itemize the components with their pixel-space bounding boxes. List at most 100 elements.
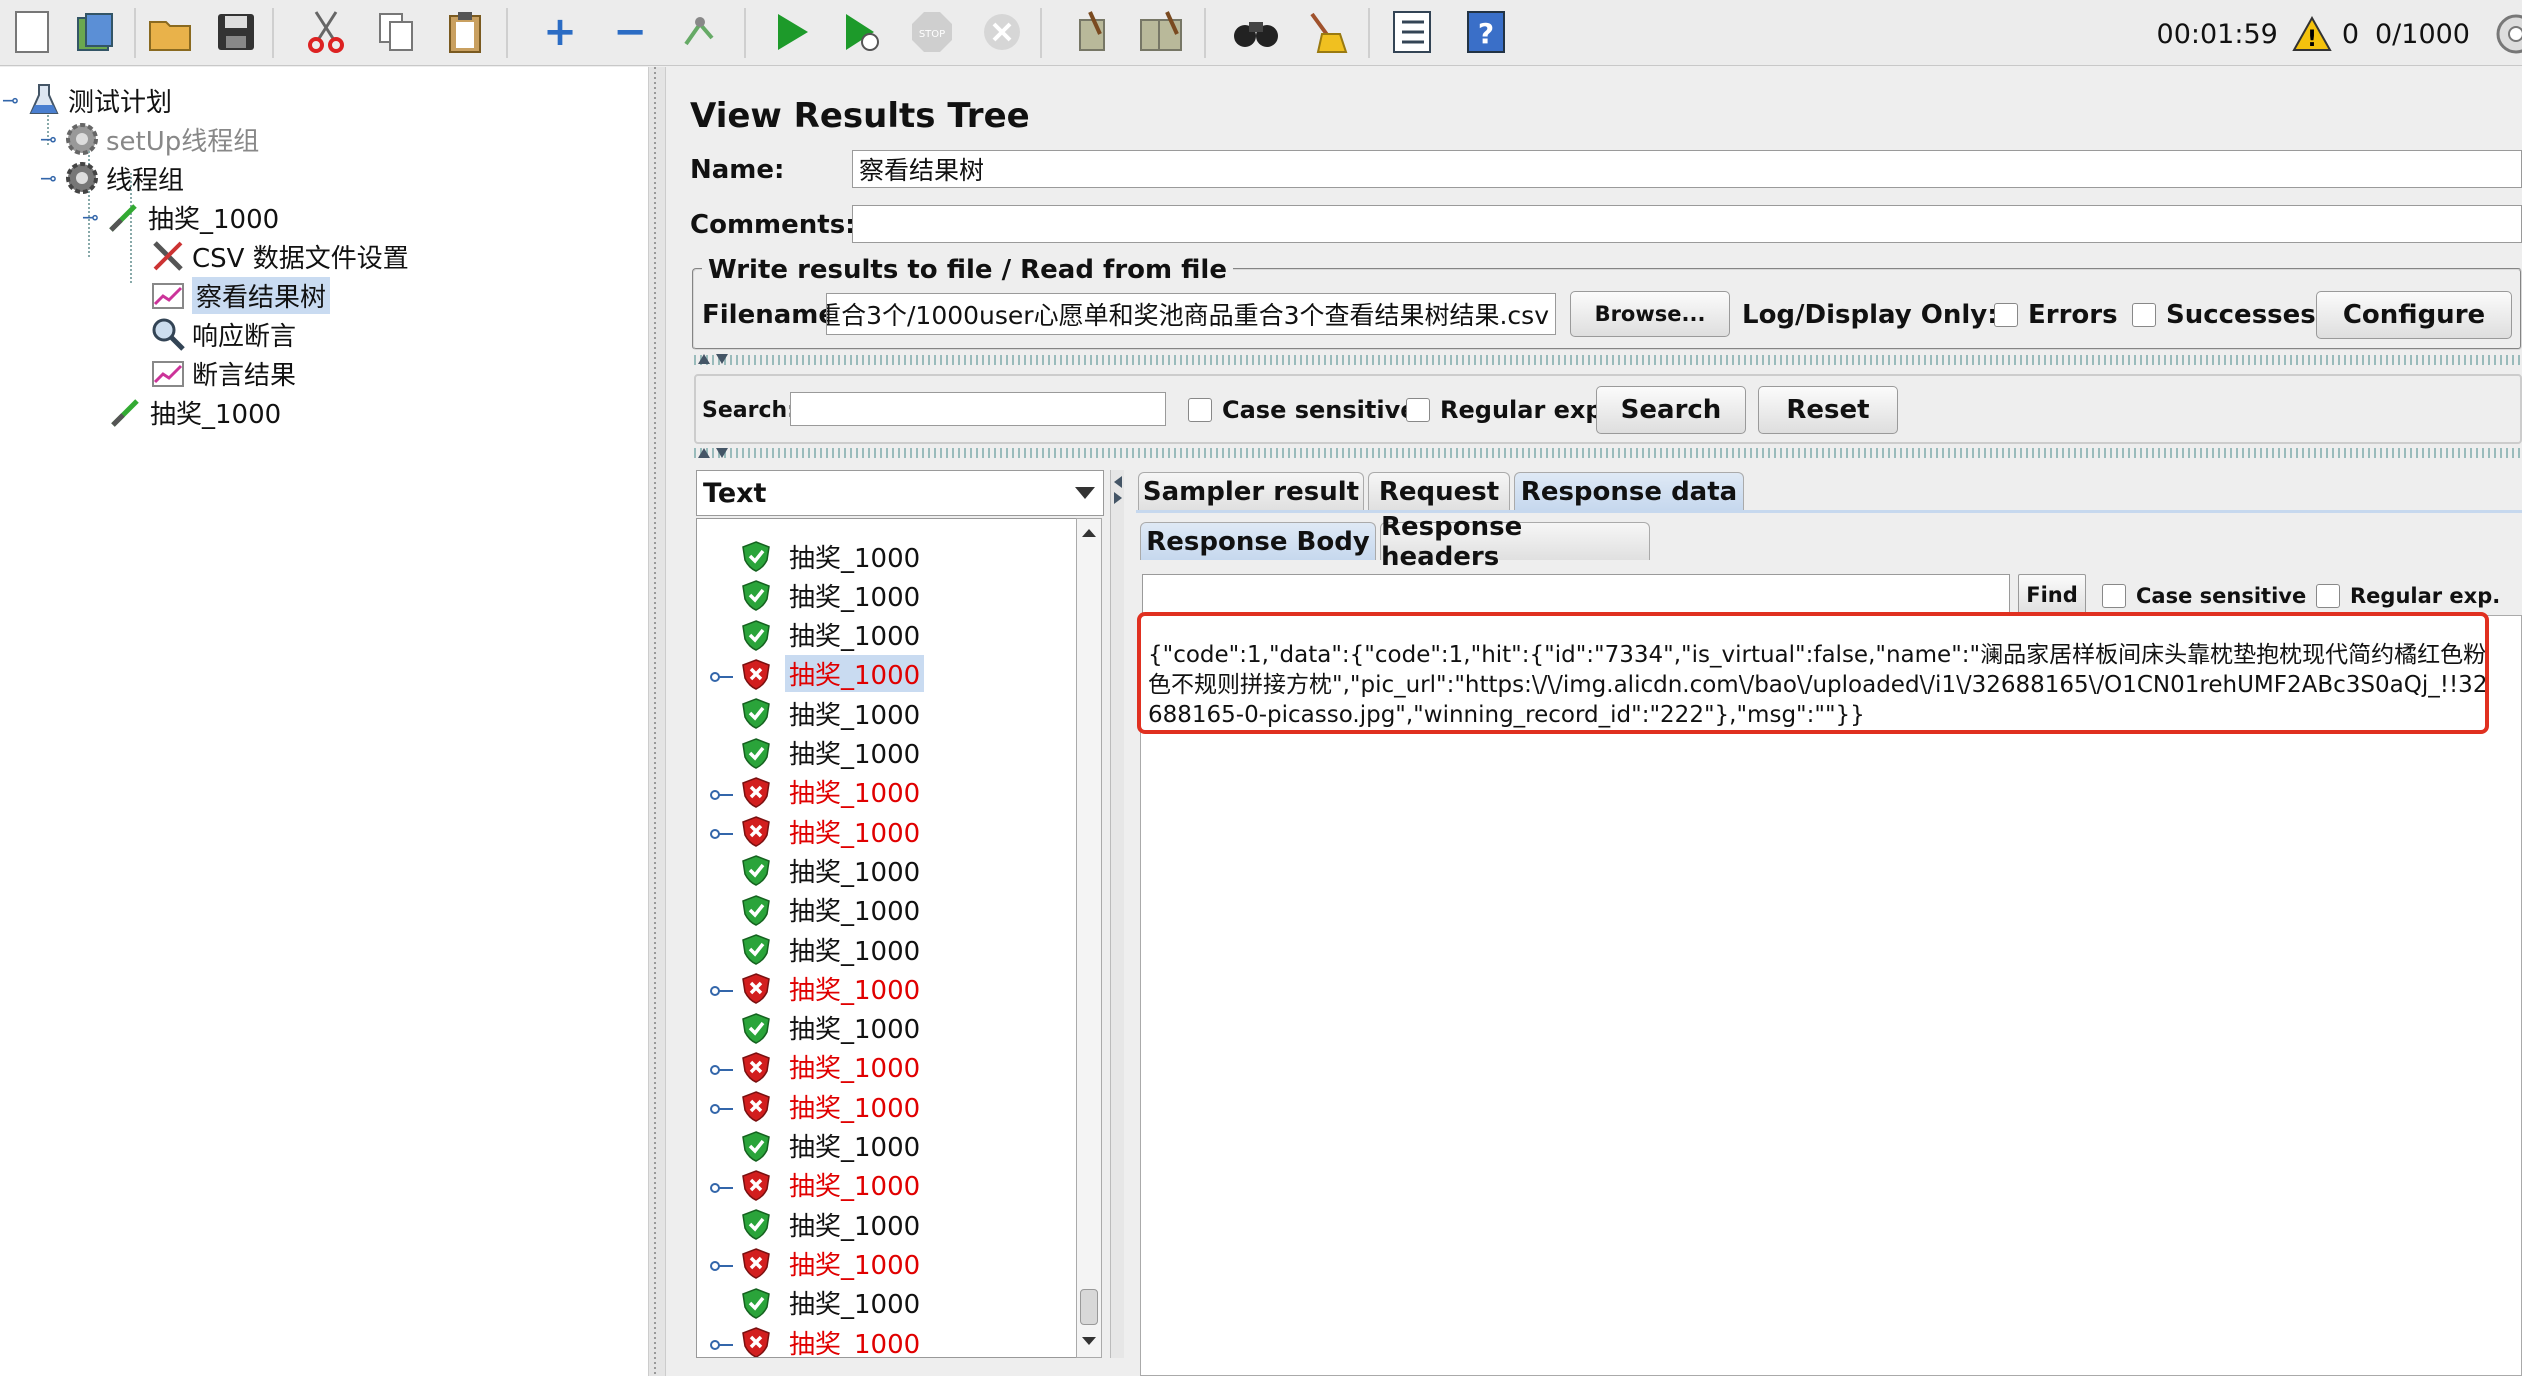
tab-response-headers[interactable]: Response headers — [1380, 512, 1650, 572]
paste-icon[interactable] — [436, 4, 496, 60]
scroll-down-icon[interactable] — [1080, 1335, 1098, 1347]
result-item[interactable]: 抽奖_1000 — [697, 1323, 1057, 1357]
expand-icon[interactable]: + — [530, 4, 590, 60]
regex-box[interactable] — [1406, 398, 1430, 422]
expand-handle-icon[interactable] — [709, 1057, 735, 1077]
result-item[interactable]: 抽奖_1000 — [697, 1009, 1057, 1047]
tree-node-sampler[interactable]: 抽奖_1000 — [108, 393, 281, 431]
result-item[interactable]: 抽奖_1000 — [697, 930, 1057, 968]
result-item[interactable]: 抽奖_1000 — [697, 891, 1057, 929]
expand-handle-icon[interactable] — [709, 1175, 735, 1195]
successes-checkbox[interactable]: Successes — [2132, 300, 2316, 330]
regex-checkbox[interactable]: Regular exp. — [1406, 396, 1612, 424]
browse-button[interactable]: Browse... — [1570, 291, 1730, 337]
configure-button[interactable]: Configure — [2316, 291, 2512, 339]
result-item[interactable]: 抽奖_1000 — [697, 812, 1057, 850]
tree-splitter[interactable] — [648, 67, 666, 1376]
result-item[interactable]: 抽奖_1000 — [697, 616, 1057, 654]
reset-search-icon[interactable] — [1296, 4, 1356, 60]
help-icon[interactable]: ? — [1456, 4, 1516, 60]
result-item[interactable]: 抽奖_1000 — [697, 576, 1057, 614]
tab-response-data[interactable]: Response data — [1514, 472, 1744, 510]
list-splitter[interactable] — [1110, 470, 1124, 1358]
search-button[interactable]: Search — [1596, 386, 1746, 434]
listener-icon — [150, 355, 186, 391]
expand-handle-icon[interactable] — [709, 1253, 735, 1273]
start-no-pause-icon[interactable] — [832, 4, 892, 60]
find-button[interactable]: Find — [2018, 574, 2086, 616]
result-item[interactable]: 抽奖_1000 — [697, 969, 1057, 1007]
result-item[interactable]: 抽奖_1000 — [697, 1205, 1057, 1243]
comments-field[interactable] — [852, 205, 2522, 243]
result-item[interactable]: 抽奖_1000 — [697, 734, 1057, 772]
find-input[interactable] — [1142, 574, 2010, 614]
tree-node-test-plan[interactable]: ⊸ 测试计划 — [0, 81, 172, 119]
open-icon[interactable] — [140, 4, 200, 60]
errors-checkbox[interactable]: Errors — [1994, 300, 2118, 330]
name-field[interactable]: 察看结果树 — [852, 150, 2522, 188]
renderer-select[interactable]: Text — [696, 470, 1104, 516]
result-item[interactable]: 抽奖_1000 — [697, 1284, 1057, 1322]
cut-icon[interactable] — [296, 4, 356, 60]
case-sensitive-checkbox[interactable]: Case sensitive — [1188, 396, 1417, 424]
split-arrows-icon[interactable] — [696, 446, 732, 460]
search-input[interactable] — [790, 392, 1166, 426]
reset-button[interactable]: Reset — [1758, 386, 1898, 434]
scroll-up-icon[interactable] — [1080, 527, 1098, 539]
split-arrows-icon[interactable] — [696, 352, 732, 366]
expand-handle-icon[interactable] — [709, 978, 735, 998]
function-helper-icon[interactable] — [1382, 4, 1442, 60]
result-item[interactable]: 抽奖_1000 — [697, 773, 1057, 811]
collapse-icon[interactable]: − — [600, 4, 660, 60]
filename-field[interactable]: 重合3个/1000user心愿单和奖池商品重合3个查看结果树结果.csv — [826, 293, 1556, 335]
result-item[interactable]: 抽奖_1000 — [697, 1048, 1057, 1086]
expand-handle-icon[interactable] — [709, 1096, 735, 1116]
templates-icon[interactable] — [66, 4, 126, 60]
tree-node-setup-thread-group[interactable]: ⊸ setUp线程组 — [40, 120, 259, 158]
expand-handle-icon[interactable] — [709, 664, 735, 684]
results-scrollbar[interactable] — [1076, 518, 1102, 1358]
result-item[interactable]: 抽奖_1000 — [697, 851, 1057, 889]
warning-icon[interactable]: ! — [2292, 16, 2332, 52]
shutdown-icon[interactable] — [972, 4, 1032, 60]
expand-handle-icon[interactable] — [709, 782, 735, 802]
stop-icon[interactable]: STOP — [902, 4, 962, 60]
body-regex-box[interactable] — [2316, 584, 2340, 608]
result-item-label: 抽奖_1000 — [789, 1133, 921, 1163]
result-item[interactable]: 抽奖_1000 — [697, 655, 1057, 693]
save-icon[interactable] — [206, 4, 266, 60]
tree-node-assertion-results[interactable]: 断言结果 — [150, 354, 296, 392]
tree-node-csv-config[interactable]: CSV 数据文件设置 — [150, 237, 409, 275]
search-icon[interactable] — [1226, 4, 1286, 60]
tree-node-thread-group[interactable]: ⊸ 线程组 — [40, 159, 184, 197]
body-case-box[interactable] — [2102, 584, 2126, 608]
result-item-label: 抽奖_1000 — [789, 622, 921, 653]
successes-checkbox-box[interactable] — [2132, 303, 2156, 327]
tree-node-sampler[interactable]: ⊸ 抽奖_1000 — [82, 198, 279, 236]
scroll-thumb[interactable] — [1080, 1289, 1098, 1325]
result-item[interactable]: 抽奖_1000 — [697, 1244, 1057, 1282]
expand-handle-icon[interactable] — [709, 1332, 735, 1352]
result-item[interactable]: 抽奖_1000 — [697, 1127, 1057, 1165]
clear-all-icon[interactable] — [1132, 4, 1192, 60]
body-case-sensitive-checkbox[interactable]: Case sensitive — [2102, 584, 2306, 608]
tree-node-response-assertion[interactable]: 响应断言 — [150, 315, 296, 353]
new-icon[interactable] — [2, 4, 62, 60]
error-shield-icon — [741, 972, 771, 1005]
tab-request[interactable]: Request — [1368, 472, 1510, 510]
body-regex-checkbox[interactable]: Regular exp. — [2316, 584, 2500, 608]
start-icon[interactable] — [762, 4, 822, 60]
tree-node-view-results-tree[interactable]: 察看结果树 — [150, 276, 331, 314]
result-item[interactable]: 抽奖_1000 — [697, 1087, 1057, 1125]
clear-icon[interactable] — [1062, 4, 1122, 60]
result-item[interactable]: 抽奖_1000 — [697, 694, 1057, 732]
copy-icon[interactable] — [366, 4, 426, 60]
result-item[interactable]: 抽奖_1000 — [697, 537, 1057, 575]
case-sensitive-box[interactable] — [1188, 398, 1212, 422]
tab-response-body[interactable]: Response Body — [1140, 522, 1376, 560]
tab-sampler-result[interactable]: Sampler result — [1138, 472, 1364, 510]
toggle-icon[interactable] — [670, 4, 730, 60]
result-item[interactable]: 抽奖_1000 — [697, 1166, 1057, 1204]
expand-handle-icon[interactable] — [709, 821, 735, 841]
errors-checkbox-box[interactable] — [1994, 303, 2018, 327]
